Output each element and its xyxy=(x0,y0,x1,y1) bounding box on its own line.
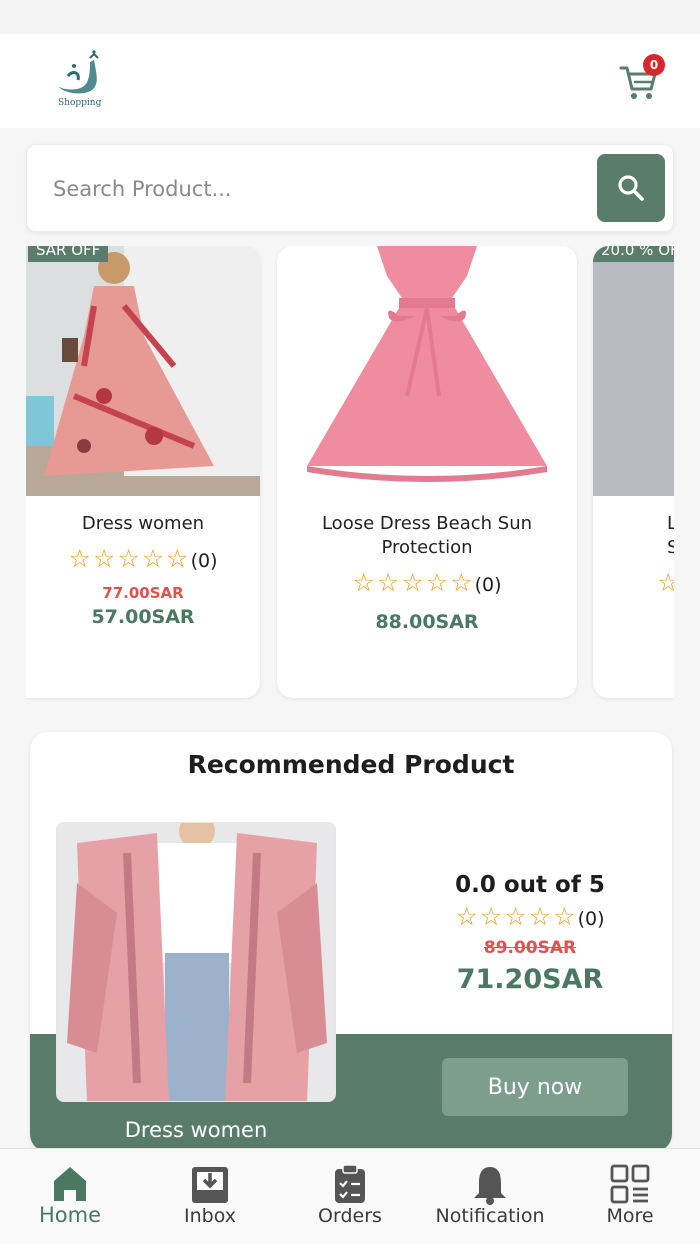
cart-count-badge: 0 xyxy=(643,54,665,76)
recommended-title: Recommended Product xyxy=(187,750,515,779)
rating-stars: ☆☆☆☆☆ xyxy=(657,568,674,597)
cart-button[interactable]: 0 xyxy=(618,54,665,106)
discount-badge: 20.0 % OFF xyxy=(593,246,674,262)
bottom-tab-bar: Home Inbox Orders Notification More xyxy=(0,1148,700,1244)
recommended-product-image[interactable] xyxy=(56,822,336,1102)
tab-label: Orders xyxy=(318,1205,382,1227)
star-icon: ☆☆☆☆☆ xyxy=(352,568,475,597)
sale-price: 88.00SAR xyxy=(375,611,479,633)
rating-text: 0.0 out of 5 xyxy=(455,872,605,898)
search-input[interactable] xyxy=(53,171,573,207)
buy-now-button[interactable]: Buy now xyxy=(442,1058,628,1116)
home-icon xyxy=(54,1167,86,1201)
recommended-product-name: Dress women xyxy=(124,1118,268,1142)
product-image xyxy=(277,246,577,496)
sale-price: 71.20SAR xyxy=(456,964,604,995)
tab-inbox[interactable]: Inbox xyxy=(140,1149,280,1244)
product-name: Loose Dress Beach Sun Protection xyxy=(667,513,674,558)
original-price: 77.00SAR xyxy=(102,584,184,602)
rating-stars: ☆☆☆☆☆(0) xyxy=(400,902,660,931)
star-icon: ☆☆☆☆☆ xyxy=(657,568,674,597)
sale-price: 57.00SAR xyxy=(91,606,195,628)
search-icon xyxy=(618,175,644,201)
tab-orders[interactable]: Orders xyxy=(280,1149,420,1244)
tab-label: Inbox xyxy=(184,1205,236,1227)
tab-home[interactable]: Home xyxy=(0,1149,140,1244)
recommended-product-card[interactable]: Recommended Product Dress women 0.0 out … xyxy=(30,732,672,1152)
product-card[interactable]: SAR OFF Dress women ☆☆☆☆☆(0) 77.00SAR 57… xyxy=(26,246,260,698)
orders-icon xyxy=(335,1164,365,1203)
tab-label: Notification xyxy=(435,1205,545,1227)
product-name: Dress women xyxy=(81,513,205,534)
bell-icon xyxy=(474,1167,506,1205)
discount-badge: SAR OFF xyxy=(28,246,109,262)
inbox-icon xyxy=(192,1167,228,1203)
logo-text: Shopping xyxy=(58,98,102,108)
status-bar xyxy=(0,0,700,34)
rating-stars: ☆☆☆☆☆(0) xyxy=(26,544,260,573)
rating-stars: ☆☆☆☆☆(0) xyxy=(277,568,577,597)
product-name: Loose Dress Beach Sun Protection xyxy=(321,513,533,558)
rating-count: (0) xyxy=(474,574,502,596)
grid-icon xyxy=(610,1164,650,1204)
product-card[interactable]: Loose Dress Beach Sun Protection ☆☆☆☆☆(0… xyxy=(277,246,577,698)
product-image xyxy=(593,246,674,496)
tab-label: Home xyxy=(38,1203,101,1227)
tab-label: More xyxy=(606,1205,654,1227)
star-icon: ☆☆☆☆☆ xyxy=(455,902,578,931)
product-card[interactable]: 20.0 % OFF Loose Dress Beach Sun Protect… xyxy=(593,246,674,698)
product-carousel[interactable]: SAR OFF Dress women ☆☆☆☆☆(0) 77.00SAR 57… xyxy=(26,246,674,706)
product-image xyxy=(26,246,260,496)
tab-more[interactable]: More xyxy=(560,1149,700,1244)
search-bar xyxy=(26,144,674,232)
star-icon: ☆☆☆☆☆ xyxy=(68,544,191,573)
tab-notification[interactable]: Notification xyxy=(420,1149,560,1244)
app-logo[interactable]: Shopping xyxy=(50,50,114,112)
app-header: Shopping 0 xyxy=(0,34,700,128)
rating-count: (0) xyxy=(577,908,605,930)
search-button[interactable] xyxy=(597,154,665,222)
rating-count: (0) xyxy=(190,550,218,572)
original-price: 89.00SAR xyxy=(483,938,577,958)
